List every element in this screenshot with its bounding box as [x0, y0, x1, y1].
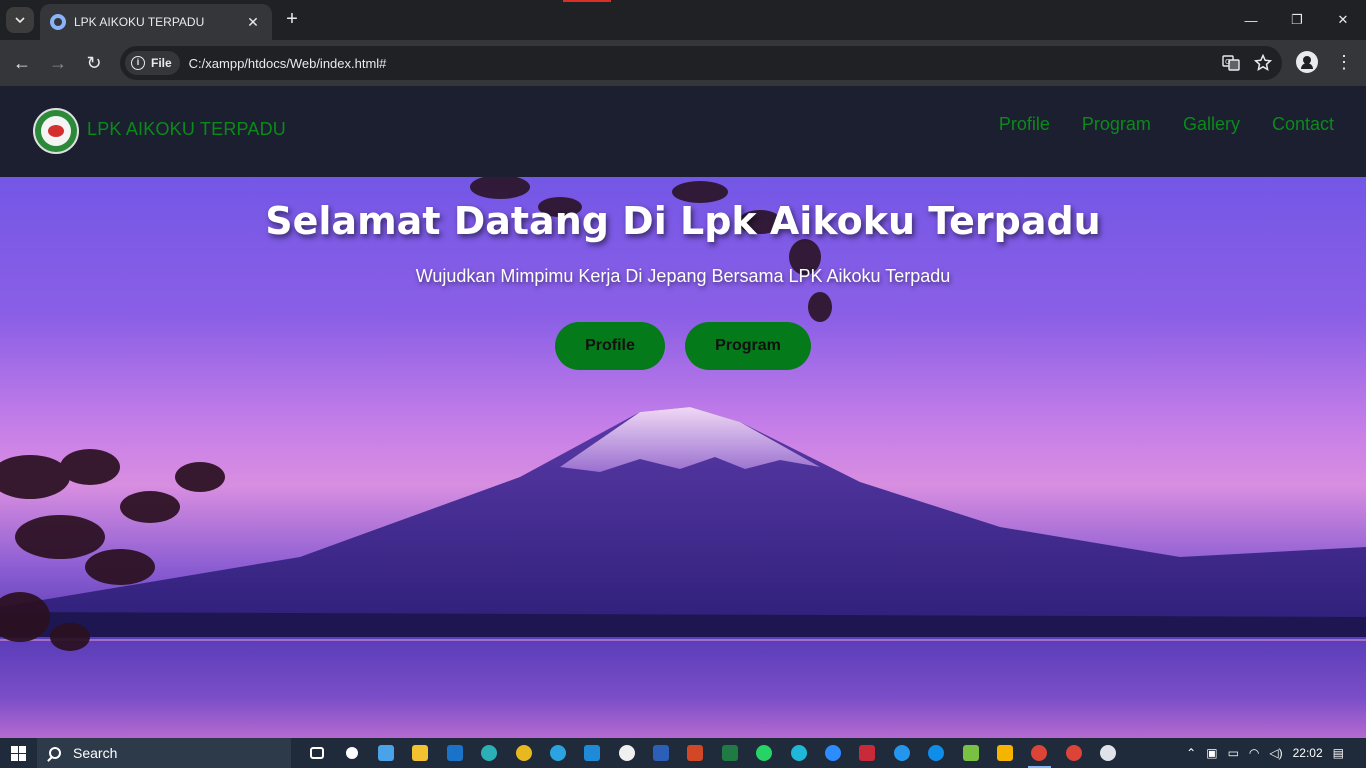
gdrive-icon[interactable] [988, 738, 1022, 768]
nav-link-profile[interactable]: Profile [999, 114, 1050, 135]
wifi-icon[interactable]: ◠ [1249, 746, 1259, 760]
profile-avatar-icon[interactable] [1296, 51, 1318, 73]
close-tab-button[interactable]: ✕ [244, 14, 262, 31]
web-page: LPK AIKOKU TERPADU Profile Program Galle… [0, 86, 1366, 738]
start-button[interactable] [0, 738, 36, 768]
nav-links: Profile Program Gallery Contact [999, 114, 1334, 135]
taskbar-search[interactable]: Search [37, 738, 291, 768]
chrome-icon[interactable] [506, 738, 540, 768]
control-panel-icon[interactable] [369, 738, 403, 768]
tab-strip: LPK AIKOKU TERPADU ✕ + — ❐ ✕ [0, 0, 1366, 40]
tab-title: LPK AIKOKU TERPADU [74, 15, 205, 29]
zoom-icon[interactable] [816, 738, 850, 768]
docker-icon[interactable] [885, 738, 919, 768]
recording-indicator [563, 0, 611, 2]
translate-icon[interactable]: G [1222, 54, 1240, 72]
lpk-logo[interactable] [33, 108, 79, 154]
forward-button[interactable]: → [47, 52, 69, 74]
new-tab-button[interactable]: + [282, 9, 302, 29]
search-icon [49, 747, 61, 759]
site-info-chip[interactable]: i File [125, 51, 180, 75]
vscode-icon[interactable] [575, 738, 609, 768]
whatsapp-icon[interactable] [747, 738, 781, 768]
globe-icon [50, 14, 66, 30]
windows-logo-icon [10, 745, 26, 761]
mendeley-icon[interactable] [850, 738, 884, 768]
notifications-icon[interactable]: ▤ [1333, 746, 1344, 760]
svg-text:G: G [1225, 58, 1230, 66]
restore-button[interactable]: ❐ [1274, 0, 1320, 40]
meet-now-icon[interactable]: ▣ [1206, 746, 1217, 760]
bookmark-star-icon[interactable] [1254, 54, 1272, 72]
window-controls: — ❐ ✕ [1228, 0, 1366, 40]
chrome-active-icon[interactable] [1022, 738, 1056, 768]
outlook-icon[interactable] [438, 738, 472, 768]
canva-icon[interactable] [781, 738, 815, 768]
settings-icon[interactable] [334, 738, 368, 768]
tab-search-button[interactable] [6, 7, 34, 33]
taskbar-search-label: Search [73, 745, 118, 761]
browser-toolbar: ← → ↻ i File C:/xampp/htdocs/Web/index.h… [0, 40, 1366, 86]
omnibox-actions: G [1222, 46, 1272, 80]
mount-fuji-background-image [0, 177, 1366, 738]
word-icon[interactable] [644, 738, 678, 768]
task-view-icon[interactable] [300, 738, 334, 768]
telegram-icon[interactable] [541, 738, 575, 768]
chrome-profile-icon[interactable] [1057, 738, 1091, 768]
linux-penguin-icon[interactable] [610, 738, 644, 768]
hero-subtitle: Wujudkan Mimpimu Kerja Di Jepang Bersama… [415, 266, 951, 286]
system-tray: ⌃ ▣ ▭ ◠ ◁) 22:02 ▤ [1186, 738, 1366, 768]
excel-icon[interactable] [713, 738, 747, 768]
notepad-plus-icon[interactable] [953, 738, 987, 768]
file-explorer-icon[interactable] [403, 738, 437, 768]
brand-name[interactable]: LPK AIKOKU TERPADU [87, 119, 286, 140]
chevron-down-icon [15, 17, 25, 23]
site-chip-label: File [151, 56, 172, 70]
site-navbar: LPK AIKOKU TERPADU Profile Program Galle… [0, 86, 1366, 177]
volume-icon[interactable]: ◁) [1269, 746, 1282, 760]
nav-link-program[interactable]: Program [1082, 114, 1151, 135]
taskbar-apps [300, 738, 1125, 768]
weather-icon[interactable] [1091, 738, 1125, 768]
close-window-button[interactable]: ✕ [1320, 0, 1366, 40]
edge-icon[interactable] [472, 738, 506, 768]
powerpoint-icon[interactable] [678, 738, 712, 768]
address-bar[interactable]: i File C:/xampp/htdocs/Web/index.html# G [120, 46, 1282, 80]
windows-taskbar: Search ⌃ ▣ ▭ ◠ ◁) 22:02 ▤ [0, 738, 1366, 768]
clock[interactable]: 22:02 [1293, 746, 1323, 760]
reload-button[interactable]: ↻ [83, 52, 105, 74]
url-text[interactable]: C:/xampp/htdocs/Web/index.html# [189, 56, 387, 71]
profile-button[interactable]: Profile [555, 322, 665, 370]
nav-link-contact[interactable]: Contact [1272, 114, 1334, 135]
browser-menu-button[interactable]: ⋮ [1334, 50, 1354, 74]
back-button[interactable]: ← [11, 52, 33, 74]
teamviewer-icon[interactable] [919, 738, 953, 768]
show-hidden-icons-icon[interactable]: ⌃ [1186, 746, 1196, 760]
program-button[interactable]: Program [685, 322, 811, 370]
hero-title: Selamat Datang Di Lpk Aikoku Terpadu [265, 199, 1101, 243]
nav-link-gallery[interactable]: Gallery [1183, 114, 1240, 135]
hero-section: Selamat Datang Di Lpk Aikoku Terpadu Wuj… [0, 177, 1366, 738]
battery-icon[interactable]: ▭ [1228, 746, 1239, 760]
browser-tab[interactable]: LPK AIKOKU TERPADU ✕ [40, 4, 272, 40]
minimize-button[interactable]: — [1228, 0, 1274, 40]
info-icon: i [131, 56, 145, 70]
